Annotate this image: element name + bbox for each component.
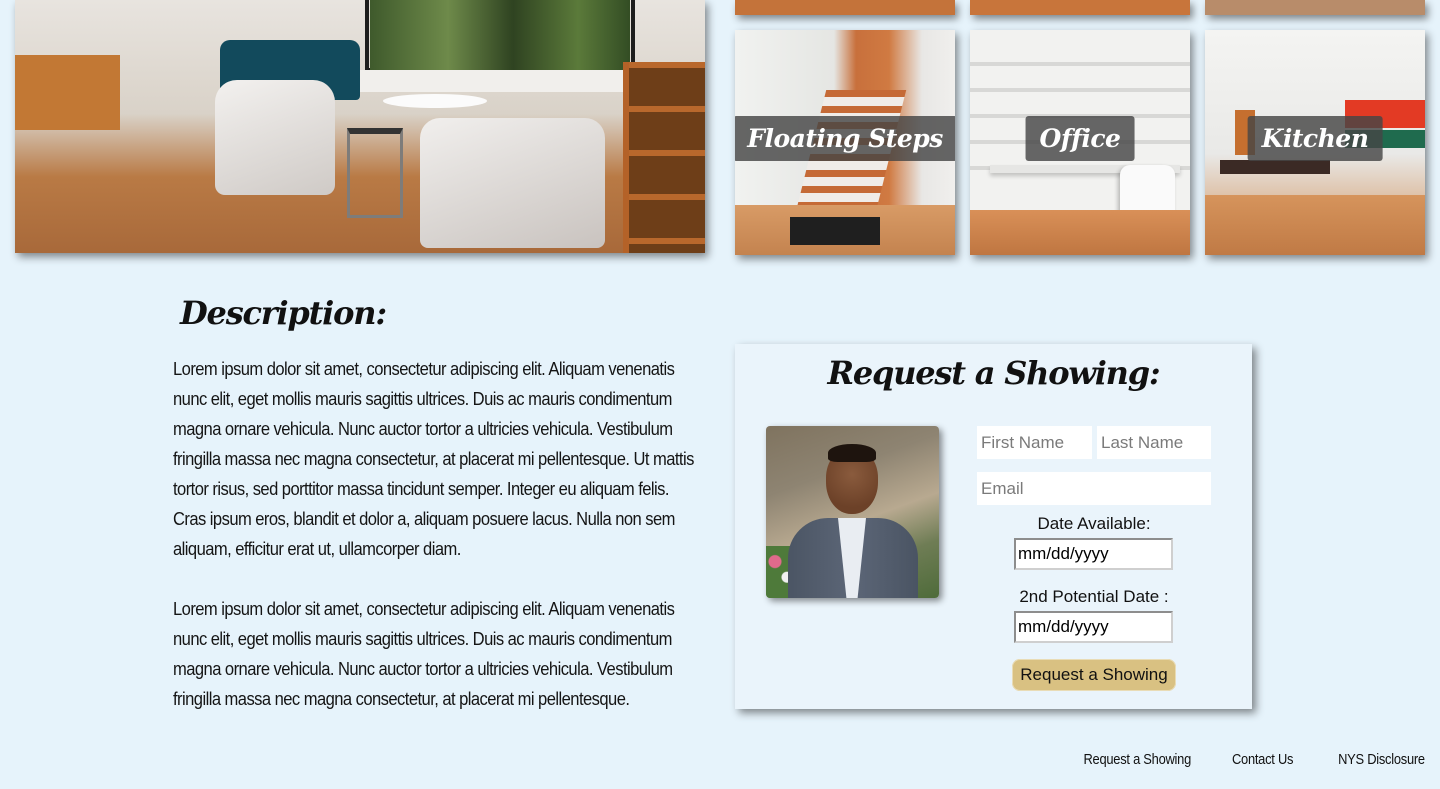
floor-graphic <box>970 210 1190 255</box>
thumbnail-kitchen[interactable]: Kitchen <box>1205 30 1425 255</box>
floor-graphic <box>1205 195 1425 255</box>
footer-link-contact-us[interactable]: Contact Us <box>1232 751 1293 768</box>
thumbnail-office[interactable]: Office <box>970 30 1190 255</box>
request-showing-card: Request a Showing: Date Available: mm/dd… <box>735 344 1252 709</box>
main-living-room-photo[interactable] <box>15 0 705 253</box>
second-date-input[interactable]: mm/dd/yyyy <box>1014 611 1173 643</box>
first-name-input[interactable] <box>977 426 1092 459</box>
photo-armchair-left <box>215 80 335 195</box>
last-name-input[interactable] <box>1097 426 1211 459</box>
footer-nav: Request a Showing Contact Us NYS Disclos… <box>1066 751 1425 768</box>
photo-bookshelf <box>623 62 705 253</box>
email-input[interactable] <box>977 472 1211 505</box>
thumbnail-floating-steps[interactable]: Floating Steps <box>735 30 955 255</box>
description-heading: Description: <box>180 294 387 332</box>
request-showing-heading: Request a Showing: <box>827 354 1160 392</box>
thumbnail-label: Kitchen <box>1247 116 1383 161</box>
stair-base-graphic <box>790 217 880 245</box>
date-available-label: Date Available: <box>1037 514 1151 533</box>
thumbnail-top-3[interactable] <box>1205 0 1425 15</box>
thumbnail-label: Office <box>1025 116 1135 161</box>
photo-cabinet <box>15 55 120 130</box>
description-paragraph: Lorem ipsum dolor sit amet, consectetur … <box>173 359 694 559</box>
dining-table-graphic <box>1220 160 1330 174</box>
footer-link-request-showing[interactable]: Request a Showing <box>1083 751 1191 768</box>
photo-coffee-table <box>383 94 487 108</box>
thumbnail-top-2[interactable] <box>970 0 1190 15</box>
agent-avatar <box>766 426 939 598</box>
photo-side-table <box>347 128 403 218</box>
thumbnail-top-1[interactable] <box>735 0 955 15</box>
date-available-input[interactable]: mm/dd/yyyy <box>1014 538 1173 570</box>
agent-hair <box>828 444 876 462</box>
second-date-label: 2nd Potential Date : <box>1019 587 1169 606</box>
description-body: Lorem ipsum dolor sit amet, consectetur … <box>173 354 703 714</box>
thumbnail-label: Floating Steps <box>735 116 955 161</box>
footer-link-nys-disclosure[interactable]: NYS Disclosure <box>1338 751 1425 768</box>
photo-bench <box>355 70 655 92</box>
photo-armchair-right <box>420 118 605 248</box>
description-paragraph: Lorem ipsum dolor sit amet, consectetur … <box>173 599 675 709</box>
photo-window <box>370 0 630 70</box>
request-showing-button[interactable]: Request a Showing <box>1012 659 1176 691</box>
